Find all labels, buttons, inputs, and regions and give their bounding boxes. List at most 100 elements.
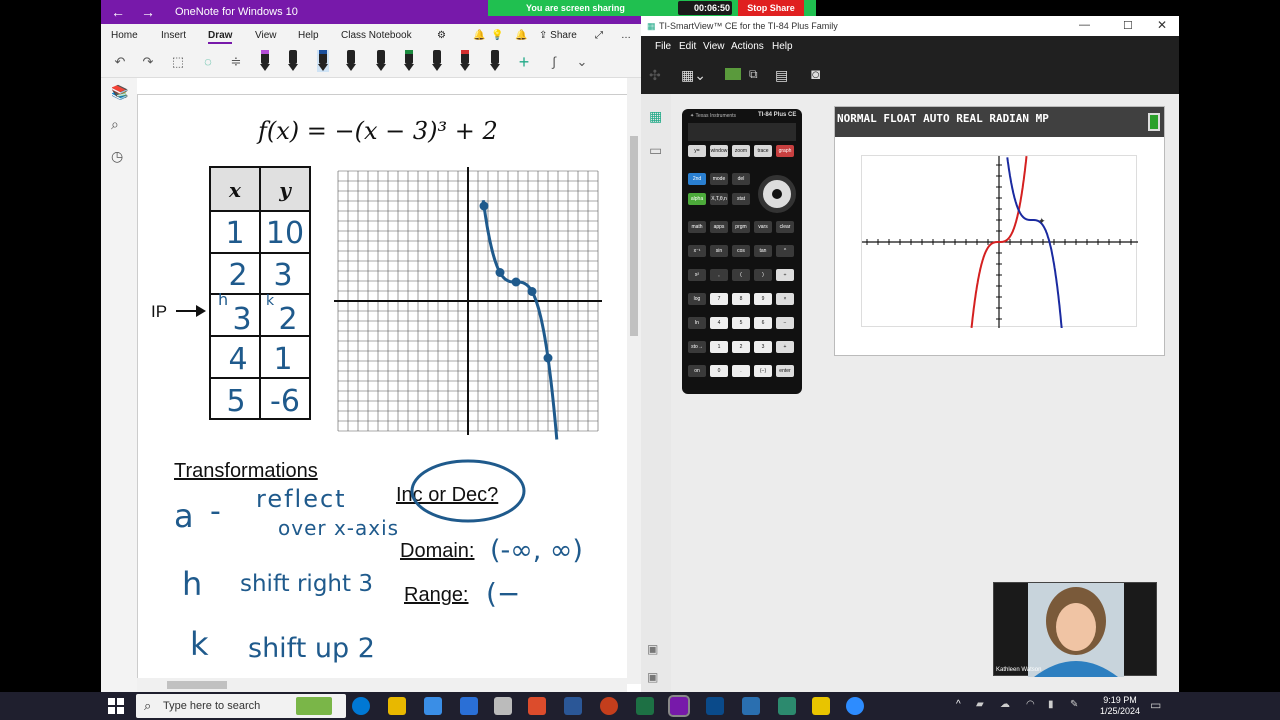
calc-key[interactable]: stat xyxy=(732,193,750,205)
wifi-icon[interactable]: ☁ xyxy=(1000,699,1010,710)
calc-key[interactable]: x² xyxy=(688,269,706,281)
lasso-select-icon[interactable]: ⬚ xyxy=(169,52,187,72)
calc-key[interactable]: . xyxy=(732,365,750,377)
calc-key[interactable]: + xyxy=(776,341,794,353)
calc-key[interactable]: y= xyxy=(688,145,706,157)
panel-icon-1[interactable]: ▣ xyxy=(647,642,658,656)
calc-key[interactable]: 3 xyxy=(754,341,772,353)
tab-view[interactable]: View xyxy=(255,30,277,41)
tab-home[interactable]: Home xyxy=(111,30,138,41)
expand-icon[interactable]: ⤢ xyxy=(595,30,603,41)
calc-key[interactable]: math xyxy=(688,221,706,233)
calc-key[interactable]: ) xyxy=(754,269,772,281)
tab-help[interactable]: Help xyxy=(298,30,319,41)
calc-key[interactable]: 1 xyxy=(710,341,728,353)
panel-icon-2[interactable]: ▣ xyxy=(647,670,658,684)
calculator-select-icon[interactable]: ▦⌄ xyxy=(681,67,706,84)
notebooks-icon[interactable]: 📚 xyxy=(111,84,128,101)
calc-key[interactable]: x⁻¹ xyxy=(688,245,706,257)
copy-screen-icon[interactable]: ⧉ xyxy=(749,67,758,82)
maximize-icon[interactable]: ☐ xyxy=(1123,19,1133,32)
windows-start-icon[interactable] xyxy=(108,698,124,714)
calc-key[interactable]: ^ xyxy=(776,245,794,257)
vertical-scrollbar[interactable] xyxy=(627,78,641,684)
notebook-page[interactable]: f(x) = −(x − 3)³ + 2 x y 1 10 2 3 3 2 4 … xyxy=(137,94,627,692)
tab-draw[interactable]: Draw xyxy=(208,30,233,44)
more-icon[interactable]: … xyxy=(621,30,631,41)
plugin-icon[interactable]: ✣ xyxy=(649,67,661,84)
calc-key[interactable]: del xyxy=(732,173,750,185)
microphone-icon[interactable]: ▮ xyxy=(1048,699,1054,710)
calc-key[interactable]: × xyxy=(776,293,794,305)
menu-file[interactable]: File xyxy=(655,41,671,52)
settings-app-icon[interactable] xyxy=(528,697,546,715)
calc-key[interactable]: alpha xyxy=(688,193,706,205)
tray-app-icon[interactable]: ▰ xyxy=(976,699,984,710)
zoom-icon[interactable] xyxy=(846,697,864,715)
sticky-notes-icon[interactable] xyxy=(812,697,830,715)
calculator-icon[interactable]: ▦ xyxy=(649,108,662,125)
dpad[interactable] xyxy=(758,175,796,213)
taskbar-search-box[interactable]: ⌕ Type here to search xyxy=(136,694,346,718)
calc-key[interactable]: tan xyxy=(754,245,772,257)
file-explorer-icon[interactable] xyxy=(388,697,406,715)
calc-key[interactable]: X,T,θ,n xyxy=(710,193,728,205)
calc-key[interactable]: 8 xyxy=(732,293,750,305)
shape-icon[interactable]: ◌ xyxy=(199,52,217,72)
pen-black-icon[interactable] xyxy=(287,50,299,72)
share-button[interactable]: ⇪ Share xyxy=(539,30,577,41)
calc-key[interactable]: 7 xyxy=(710,293,728,305)
ti-smartview-icon[interactable] xyxy=(778,697,796,715)
add-pen-icon[interactable]: + xyxy=(515,52,533,72)
lightbulb-icon[interactable]: 💡 xyxy=(491,30,503,41)
calc-key[interactable]: window xyxy=(710,145,728,157)
minimize-icon[interactable]: — xyxy=(1079,19,1090,31)
pen-red-icon[interactable] xyxy=(459,50,471,72)
forward-arrow-icon[interactable]: → xyxy=(141,4,155,20)
calc-key[interactable]: zoom xyxy=(732,145,750,157)
calc-key[interactable]: 9 xyxy=(754,293,772,305)
calc-key[interactable]: cos xyxy=(732,245,750,257)
key-history-icon[interactable]: ▤ xyxy=(775,67,788,84)
ink-to-shape-icon[interactable]: ∫ xyxy=(545,52,563,72)
chevron-down-icon[interactable]: ⌄ xyxy=(573,52,591,72)
calc-key[interactable]: apps xyxy=(710,221,728,233)
menu-view[interactable]: View xyxy=(703,41,725,52)
stop-share-button[interactable]: Stop Share xyxy=(738,0,804,16)
search-icon[interactable]: ⌕ xyxy=(111,116,119,133)
calculator-app-icon[interactable] xyxy=(494,697,512,715)
calc-key[interactable]: 5 xyxy=(732,317,750,329)
calc-key[interactable]: log xyxy=(688,293,706,305)
notification-center-icon[interactable]: ▭ xyxy=(1150,698,1161,712)
calc-key[interactable]: ÷ xyxy=(776,269,794,281)
pen-blue-icon[interactable] xyxy=(317,50,329,72)
calc-key[interactable]: mode xyxy=(710,173,728,185)
pen-black-4-icon[interactable] xyxy=(431,50,443,72)
close-icon[interactable]: ✕ xyxy=(1157,18,1167,32)
calc-key[interactable]: clear xyxy=(776,221,794,233)
system-clock[interactable]: 9:19 PM 1/25/2024 xyxy=(1090,695,1150,717)
menu-actions[interactable]: Actions xyxy=(731,41,764,52)
calc-key[interactable]: trace xyxy=(754,145,772,157)
calc-key[interactable]: 2 xyxy=(732,341,750,353)
menu-help[interactable]: Help xyxy=(772,41,793,52)
calc-key[interactable]: ln xyxy=(688,317,706,329)
store-icon[interactable] xyxy=(424,697,442,715)
pen-black-3-icon[interactable] xyxy=(375,50,387,72)
redo-icon[interactable]: ↷ xyxy=(139,52,157,72)
calc-key[interactable]: prgm xyxy=(732,221,750,233)
send-to-calc-icon[interactable] xyxy=(725,68,741,80)
powerpoint-icon[interactable] xyxy=(600,697,618,715)
edge-icon[interactable] xyxy=(352,697,370,715)
pen-black-2-icon[interactable] xyxy=(345,50,357,72)
undo-icon[interactable]: ↶ xyxy=(111,52,129,72)
calc-key[interactable]: vars xyxy=(754,221,772,233)
calc-key[interactable]: 4 xyxy=(710,317,728,329)
network-icon[interactable]: ◠ xyxy=(1026,699,1035,710)
horizontal-scrollbar[interactable] xyxy=(137,678,627,692)
defender-icon[interactable] xyxy=(706,697,724,715)
camera-icon[interactable]: ◙ xyxy=(811,66,820,83)
menu-edit[interactable]: Edit xyxy=(679,41,696,52)
calc-key[interactable]: ( xyxy=(732,269,750,281)
bell-icon[interactable]: 🔔 xyxy=(473,30,485,41)
